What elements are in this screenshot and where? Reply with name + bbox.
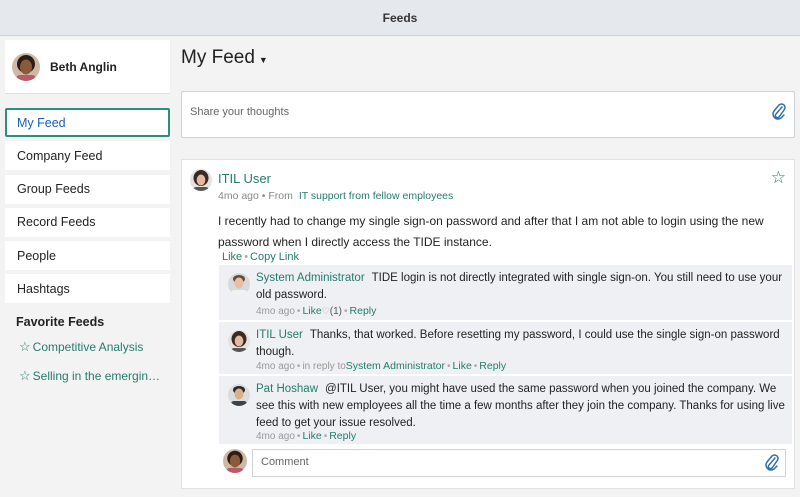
reply-body: @ITIL User, you might have used the same… (256, 383, 785, 429)
nav-item-label: Group Feeds (17, 182, 90, 197)
user-profile[interactable]: Beth Anglin (5, 40, 170, 94)
reply-timestamp: 4mo ago (256, 361, 295, 372)
reply-meta: 4mo ago • in reply toSystem Administrator •… (256, 360, 507, 372)
like-link[interactable]: Like (222, 251, 242, 263)
favorite-feed-selling[interactable]: ☆ Selling in the emergin… (19, 368, 170, 384)
like-link[interactable]: Like (453, 360, 472, 372)
reply-text: ITIL User Thanks, that worked. Before res… (256, 327, 786, 361)
feed-title-dropdown[interactable]: My Feed ▼ (181, 47, 268, 69)
paperclip-icon[interactable] (772, 103, 786, 126)
favorite-feed-label: Selling in the emergin… (32, 369, 161, 384)
avatar[interactable] (228, 330, 250, 352)
reply-item: ITIL User Thanks, that worked. Before res… (219, 322, 792, 374)
nav-item-record-feeds[interactable]: Record Feeds (5, 207, 170, 237)
post-body: I recently had to change my single sign-… (218, 214, 764, 249)
in-reply-to-link[interactable]: System Administrator (346, 360, 445, 372)
nav-item-label: People (17, 248, 56, 263)
post-actions: Like • Copy Link (222, 251, 299, 263)
copy-link-link[interactable]: Copy Link (250, 251, 299, 263)
nav-item-my-feed[interactable]: My Feed (5, 108, 170, 137)
like-count: (1) (329, 306, 343, 317)
post-group-link[interactable]: IT support from fellow employees (299, 190, 453, 202)
nav-item-label: Company Feed (17, 148, 103, 163)
sidebar: Beth Anglin My Feed Company Feed Group F… (5, 40, 170, 384)
share-thoughts-placeholder: Share your thoughts (190, 106, 290, 118)
nav-item-company-feed[interactable]: Company Feed (5, 141, 170, 171)
reply-body: Thanks, that worked. Before resetting my… (256, 329, 780, 358)
reply-meta: 4mo ago • Like♡(1) • Reply (256, 305, 377, 317)
nav-item-label: Record Feeds (17, 215, 96, 230)
reply-timestamp: 4mo ago (256, 306, 295, 317)
nav-item-people[interactable]: People (5, 241, 170, 271)
feed-nav: My Feed Company Feed Group Feeds Record … (5, 108, 170, 304)
user-name: Beth Anglin (50, 59, 117, 74)
reply-link[interactable]: Reply (479, 360, 506, 372)
nav-item-group-feeds[interactable]: Group Feeds (5, 174, 170, 204)
thumbs-up-icon: ♡ (321, 306, 330, 316)
reply-text: System Administrator TIDE login is not di… (256, 270, 786, 304)
reply-author-link[interactable]: Pat Hoshaw (256, 383, 318, 395)
star-outline-icon[interactable]: ☆ (771, 168, 786, 188)
star-outline-icon: ☆ (19, 339, 31, 355)
comment-placeholder: Comment (261, 456, 309, 468)
reply-text: Pat Hoshaw @ITIL User, you might have use… (256, 381, 786, 432)
avatar[interactable] (190, 169, 212, 191)
reply-meta: 4mo ago • Like • Reply (256, 430, 357, 442)
share-thoughts-input[interactable]: Share your thoughts (181, 91, 795, 138)
reply-link[interactable]: Reply (329, 430, 356, 442)
post-from-label: From (268, 190, 293, 202)
reply-item: System Administrator TIDE login is not di… (219, 265, 792, 320)
reply-author-link[interactable]: ITIL User (256, 329, 303, 341)
nav-item-label: Hashtags (17, 281, 70, 296)
reply-author-link[interactable]: System Administrator (256, 272, 365, 284)
avatar[interactable] (228, 384, 250, 406)
avatar[interactable] (228, 273, 250, 295)
nav-item-label: My Feed (17, 115, 66, 130)
in-reply-to-label: in reply to (302, 361, 346, 372)
page-title: My Feed (181, 47, 255, 68)
favorite-feeds-heading: Favorite Feeds (16, 315, 105, 330)
favorite-feed-competitive-analysis[interactable]: ☆ Competitive Analysis (19, 339, 170, 355)
post-meta: 4mo ago • From IT support from fellow em… (218, 190, 454, 202)
like-link[interactable]: Like (302, 430, 321, 442)
window-title-bar: Feeds (0, 0, 800, 36)
like-link[interactable]: Like (302, 305, 321, 317)
post-timestamp: 4mo ago (218, 190, 259, 202)
reply-item: Pat Hoshaw @ITIL User, you might have use… (219, 376, 792, 444)
nav-item-hashtags[interactable]: Hashtags (5, 274, 170, 304)
comment-input[interactable]: Comment (252, 449, 786, 477)
star-outline-icon: ☆ (19, 368, 31, 384)
feed-post: ITIL User 4mo ago • From IT support from… (181, 159, 795, 489)
paperclip-icon[interactable] (765, 454, 779, 477)
avatar (223, 449, 247, 473)
avatar (12, 52, 40, 81)
caret-down-icon: ▼ (258, 54, 268, 65)
favorite-feed-label: Competitive Analysis (32, 340, 144, 355)
reply-timestamp: 4mo ago (256, 431, 295, 442)
reply-link[interactable]: Reply (350, 305, 377, 317)
window-title: Feeds (382, 10, 418, 25)
post-author-link[interactable]: ITIL User (218, 171, 271, 186)
